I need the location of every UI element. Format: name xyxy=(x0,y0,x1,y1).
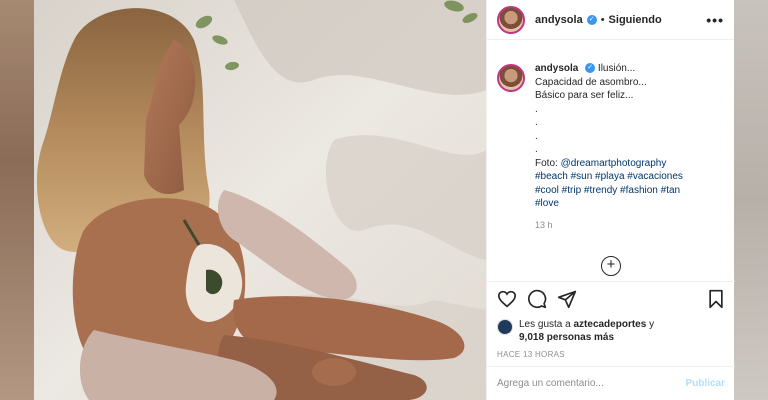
hashtags-line[interactable]: #cool #trip #trendy #fashion #tan xyxy=(535,184,683,198)
publish-button[interactable]: Publicar xyxy=(686,378,725,389)
caption-text: andysola ✓ Ilusión... Capacidad de asomb… xyxy=(535,62,683,232)
author-avatar[interactable] xyxy=(497,5,525,34)
separator-dot: • xyxy=(600,13,605,26)
caption-line: Básico para ser feliz... xyxy=(535,90,634,101)
verified-icon: ✓ xyxy=(586,14,597,25)
caption-line: . xyxy=(535,103,538,115)
author-username[interactable]: andysola xyxy=(535,14,583,26)
likes-prefix: Les gusta a xyxy=(519,319,574,330)
action-icons-row xyxy=(497,289,725,314)
verified-icon: ✓ xyxy=(585,63,596,74)
hashtags-line[interactable]: #beach #sun #playa #vacaciones xyxy=(535,170,683,184)
likes-middle: y xyxy=(646,319,655,330)
heart-icon[interactable] xyxy=(497,290,517,313)
liker-username[interactable]: aztecadeportes xyxy=(573,319,646,330)
more-icon[interactable]: ••• xyxy=(706,12,724,28)
caption-line: . xyxy=(535,144,538,155)
post-timestamp[interactable]: HACE 13 HORAS xyxy=(497,350,725,359)
post-photo[interactable] xyxy=(34,0,486,400)
likes-row: Les gusta a aztecadeportes y 9,018 perso… xyxy=(497,318,725,344)
following-button[interactable]: Siguiendo xyxy=(609,14,662,26)
blurred-background-left xyxy=(0,0,34,400)
hashtags-line[interactable]: #love xyxy=(535,197,683,211)
share-icon[interactable] xyxy=(557,289,577,314)
caption-line: . xyxy=(535,117,538,128)
credit-prefix: Foto: xyxy=(535,157,561,169)
caption-timestamp: 13 h xyxy=(535,219,553,230)
post-side-panel: andysola ✓ • Siguiendo ••• andysola ✓ Il… xyxy=(486,0,735,400)
post-header: andysola ✓ • Siguiendo ••• xyxy=(487,0,734,40)
caption-first-line: Ilusión... xyxy=(597,63,636,74)
photo-credit: Foto: @dreamartphotography xyxy=(535,157,683,171)
caption-line: Capacidad de asombro... xyxy=(535,76,647,88)
likes-count-link[interactable]: 9,018 personas más xyxy=(519,332,614,343)
comment-bar: Publicar xyxy=(487,366,735,400)
caption-row: andysola ✓ Ilusión... Capacidad de asomb… xyxy=(497,62,725,232)
bookmark-icon[interactable] xyxy=(707,289,725,314)
beach-photo-illustration xyxy=(34,0,486,400)
comment-input[interactable] xyxy=(497,378,686,389)
likes-text: Les gusta a aztecadeportes y 9,018 perso… xyxy=(519,318,654,344)
caption-section: andysola ✓ Ilusión... Capacidad de asomb… xyxy=(487,48,735,280)
actions-section: Les gusta a aztecadeportes y 9,018 perso… xyxy=(487,281,735,359)
caption-line: . xyxy=(535,130,538,142)
liker-avatar[interactable] xyxy=(497,319,513,335)
caption-username[interactable]: andysola xyxy=(535,63,578,74)
blurred-background-right xyxy=(734,0,768,400)
add-circle-icon[interactable]: + xyxy=(601,256,621,276)
comment-icon[interactable] xyxy=(527,289,547,314)
caption-author-avatar[interactable] xyxy=(497,64,525,92)
photographer-mention-link[interactable]: @dreamartphotography xyxy=(561,158,667,169)
